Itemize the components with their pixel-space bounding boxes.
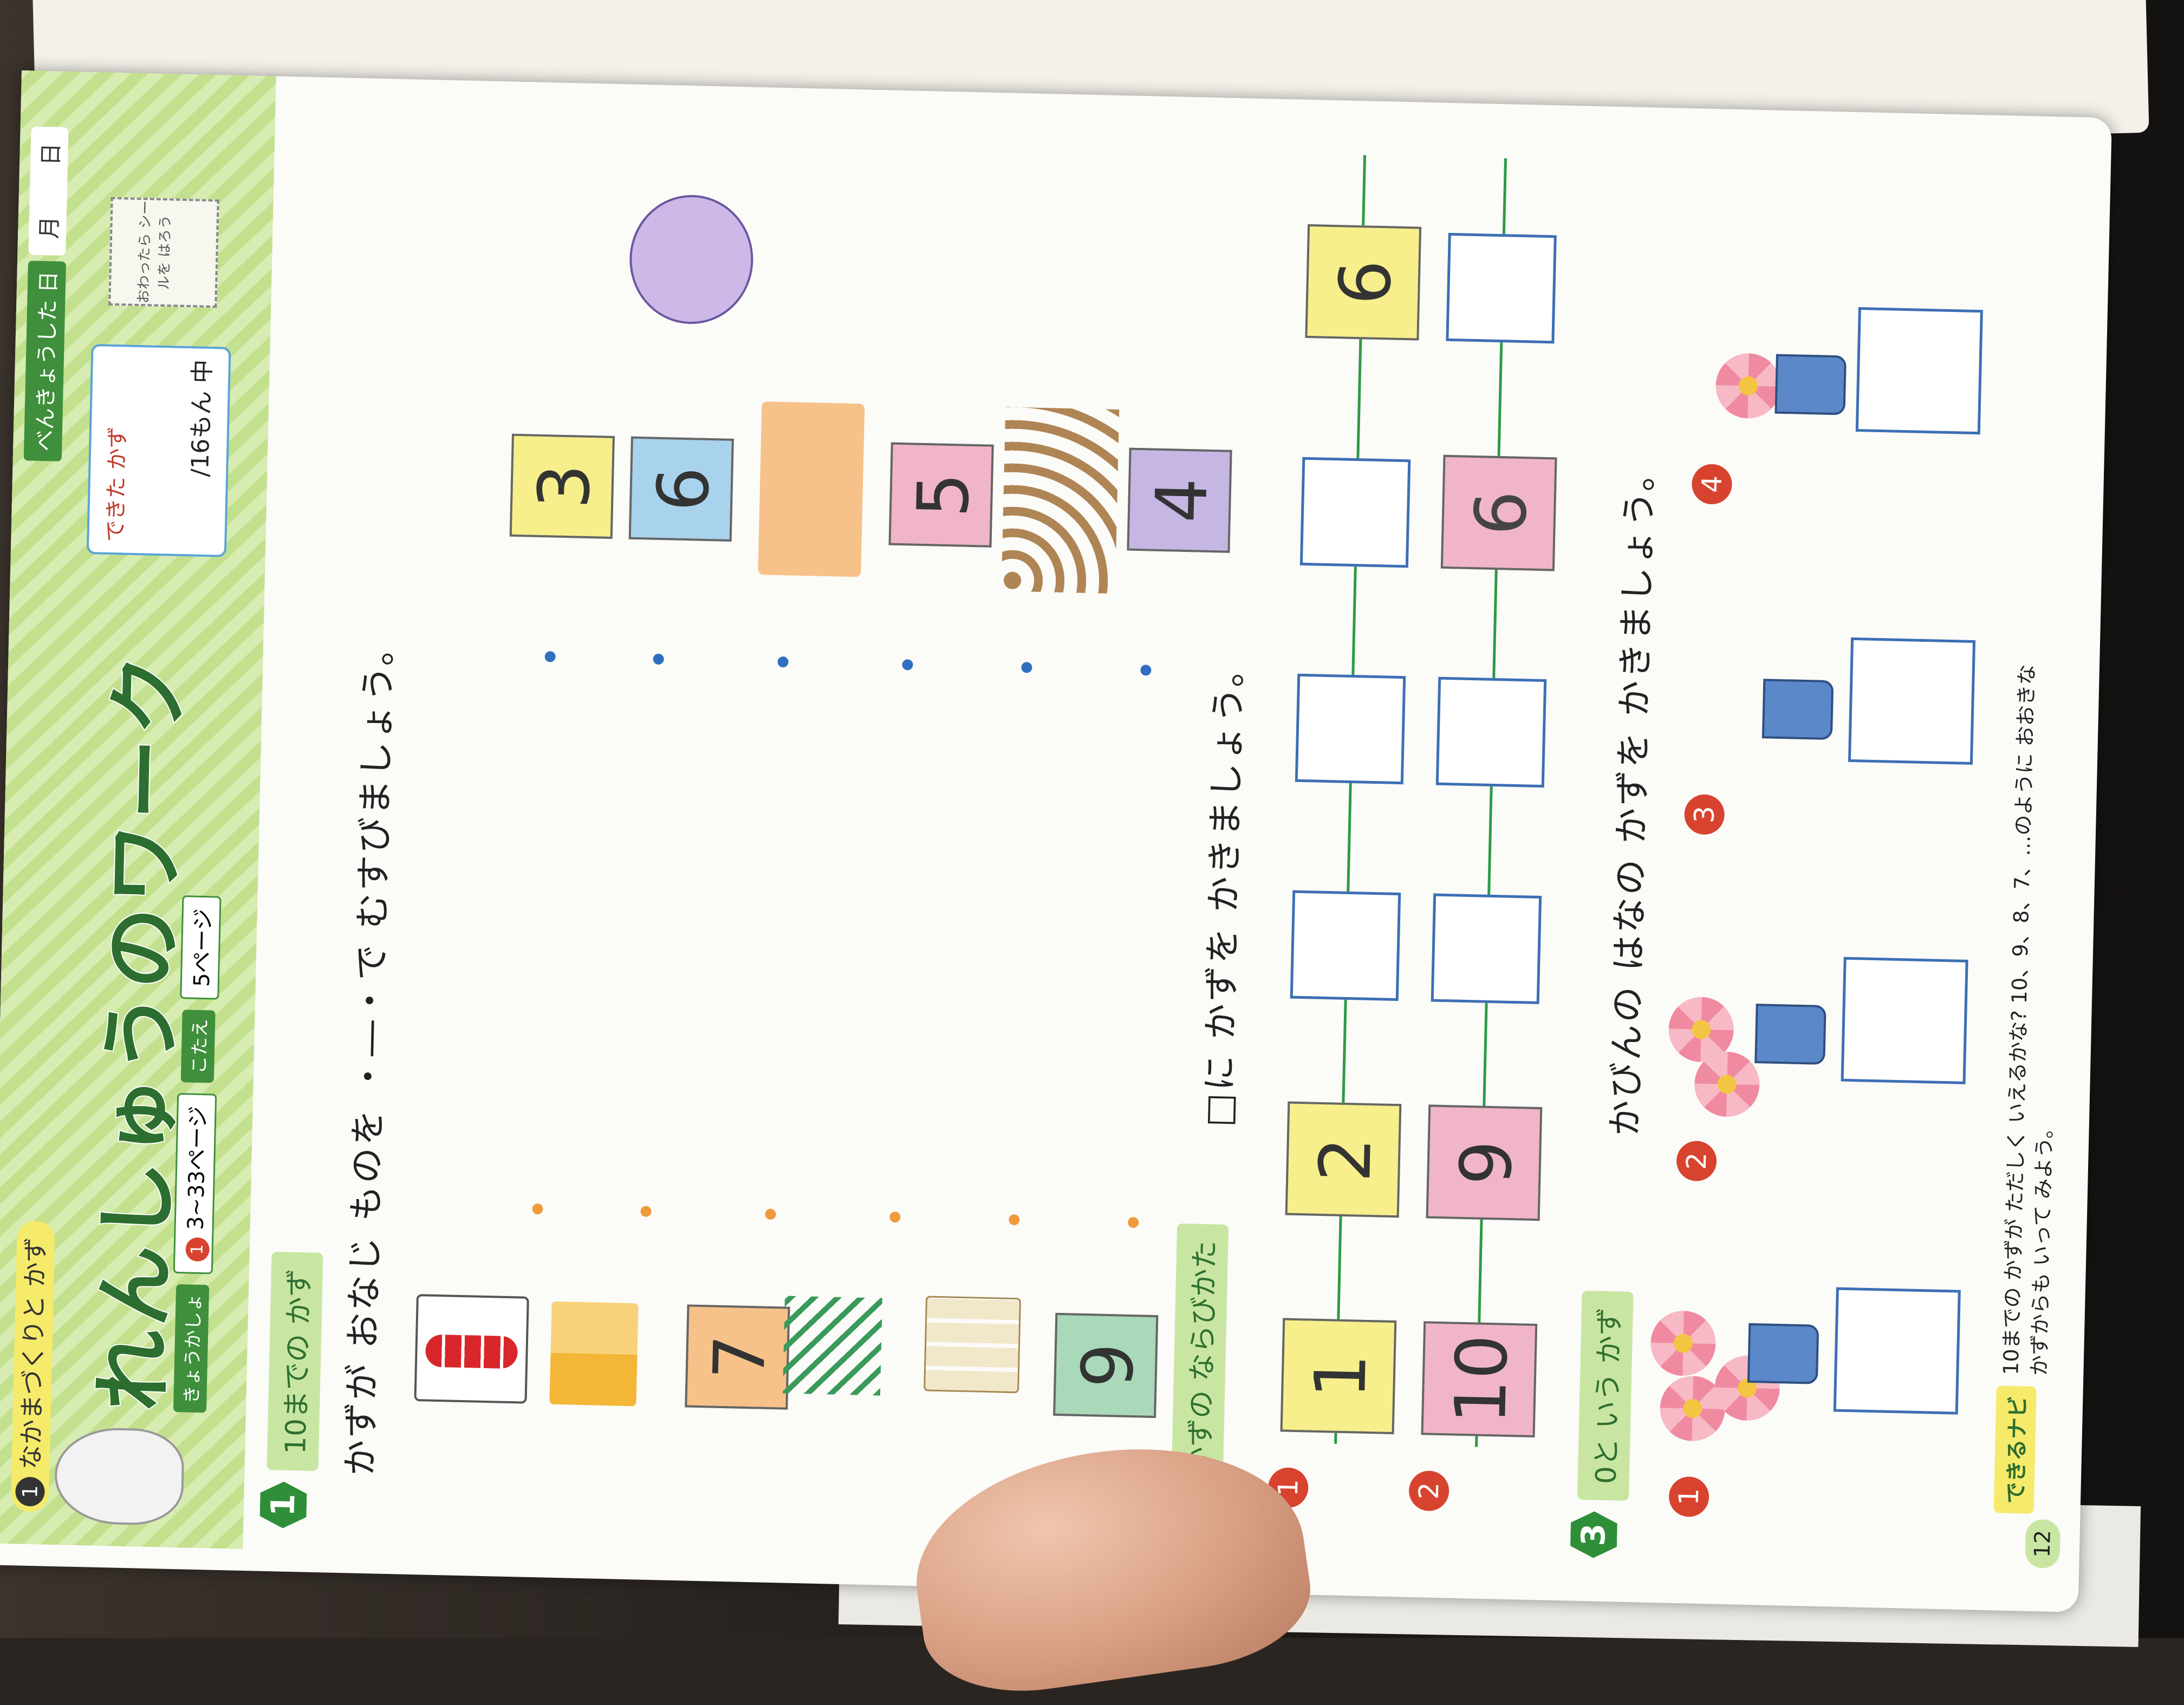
chapter-label: なかまづくりと かず: [16, 1237, 51, 1470]
chapter-badge: 1: [15, 1476, 46, 1507]
mascot-icon: [628, 193, 755, 326]
vase-icon: [1761, 679, 1834, 740]
number-line-1: [1334, 155, 1367, 1444]
vase1-badge: 1: [1668, 1476, 1709, 1518]
pencils-icon: [782, 1296, 882, 1396]
navi-text: 10までの かずが ただしく いえるかな? 10、9、8、7、…のように おおき…: [1997, 664, 2069, 1376]
section1-badge: 1: [259, 1481, 307, 1529]
textbook-pages: 1 3~33ページ: [173, 1092, 217, 1274]
strawberries-icon: [758, 401, 865, 577]
vase3-answer-box[interactable]: [1848, 637, 1976, 765]
number-card: 7: [685, 1304, 790, 1410]
section3-topic: 0と いう かず: [1577, 1290, 1634, 1501]
workbook-page: 1 なかまづくりと かず れんしゅうのワーク きょうかしょ 13~33ページ こ…: [0, 70, 2112, 1612]
connect-dot[interactable]: [1009, 1214, 1020, 1226]
row1-answer-box[interactable]: [1290, 890, 1401, 1001]
red-dots-picture: [414, 1294, 529, 1404]
vase2-answer-box[interactable]: [1841, 956, 1968, 1084]
sticker-area[interactable]: おわったら シールを はろう: [108, 197, 219, 308]
number-card: 4: [1127, 447, 1232, 553]
connect-dot[interactable]: [1128, 1216, 1139, 1228]
textbook-tag: きょうかしょ: [173, 1284, 210, 1413]
vase2-badge: 2: [1676, 1140, 1717, 1182]
vase4-badge: 4: [1691, 464, 1733, 505]
number-line-2: [1475, 158, 1507, 1447]
connect-dot[interactable]: [777, 656, 789, 668]
vase3-badge: 3: [1683, 794, 1725, 835]
row2-badge: 2: [1408, 1470, 1450, 1512]
page-number: 12: [2025, 1519, 2061, 1569]
vase4-answer-box[interactable]: [1855, 307, 1983, 435]
chapter-pill: 1 なかまづくりと かず: [10, 1220, 55, 1512]
vase-icon: [1754, 1004, 1826, 1065]
row1-answer-box[interactable]: [1295, 673, 1406, 785]
row2-answer-box[interactable]: [1431, 893, 1542, 1005]
month-label: 月: [35, 216, 63, 239]
connect-dot[interactable]: [765, 1208, 776, 1220]
row2-card: 9: [1426, 1104, 1543, 1221]
row2-answer-box[interactable]: [1435, 676, 1547, 788]
score-card: できた かず /16もん 中: [86, 344, 231, 557]
connect-dot[interactable]: [544, 651, 556, 662]
vase-icon: [1774, 354, 1847, 415]
score-value: /16もん 中: [186, 359, 217, 478]
section3-instruction: かびんの はなの かずを かきましょう。: [1604, 453, 1661, 1137]
textbook-pages-text: 3~33ページ: [183, 1105, 211, 1231]
answer-page: 5ページ: [179, 895, 221, 1000]
page-content: 1 なかまづくりと かず れんしゅうのワーク きょうかしょ 13~33ページ こ…: [0, 70, 2101, 1590]
connect-dot[interactable]: [653, 653, 664, 665]
connect-dot[interactable]: [889, 1211, 901, 1223]
number-card: 5: [888, 442, 994, 548]
red-dot-icon: [425, 1334, 518, 1369]
row2-answer-box[interactable]: [1446, 232, 1557, 344]
connect-dot[interactable]: [902, 659, 913, 671]
flower-icon: [1715, 353, 1782, 419]
answer-tag: こたえ: [180, 1010, 216, 1083]
row1-card: 2: [1285, 1101, 1402, 1218]
connect-dot[interactable]: [1021, 662, 1032, 673]
row1-answer-box[interactable]: [1299, 457, 1411, 568]
vase-icon: [1747, 1323, 1819, 1384]
section1-instruction: かずが おなじ ものを ・―・で むすびましょう。: [339, 627, 400, 1476]
section3-badge: 3: [1570, 1511, 1617, 1559]
connect-dot[interactable]: [532, 1203, 543, 1215]
section2-topic: かずの ならびかた: [1171, 1224, 1229, 1492]
navi-footer: できるナビ 10までの かずが ただしく いえるかな? 10、9、8、7、…のよ…: [1993, 159, 2081, 1514]
navi-label: できるナビ: [1993, 1385, 2037, 1514]
date-field[interactable]: 月 日: [28, 126, 69, 256]
flower-icon: [1650, 1310, 1717, 1377]
connect-dot[interactable]: [640, 1206, 652, 1217]
connect-dot[interactable]: [1140, 665, 1152, 676]
row1-card: 1: [1280, 1318, 1397, 1435]
number-card: 6: [628, 436, 734, 542]
row2-card: 10: [1421, 1321, 1538, 1438]
section3-heading: 3 0と いう かず: [1570, 1290, 1634, 1559]
score-title: できた かず: [103, 426, 131, 542]
section2-instruction: □に かずを かきましょう。: [1198, 648, 1251, 1128]
croissants-icon: [1001, 407, 1120, 594]
cake-pieces-icon: [549, 1301, 639, 1407]
vase1-answer-box[interactable]: [1833, 1287, 1961, 1415]
row2-card: 6: [1440, 454, 1557, 571]
section1-heading: 1 10までの かず: [259, 1252, 323, 1529]
number-card: 9: [1053, 1312, 1159, 1418]
pudding-cups-icon: [924, 1296, 1022, 1394]
day-label: 日: [37, 142, 64, 166]
textbook-ref-badge: 1: [185, 1237, 210, 1262]
number-card: 3: [509, 433, 615, 539]
section1-topic: 10までの かず: [266, 1252, 323, 1471]
row1-card: 6: [1305, 224, 1422, 341]
date-label: べんきょうした 日: [23, 261, 67, 461]
